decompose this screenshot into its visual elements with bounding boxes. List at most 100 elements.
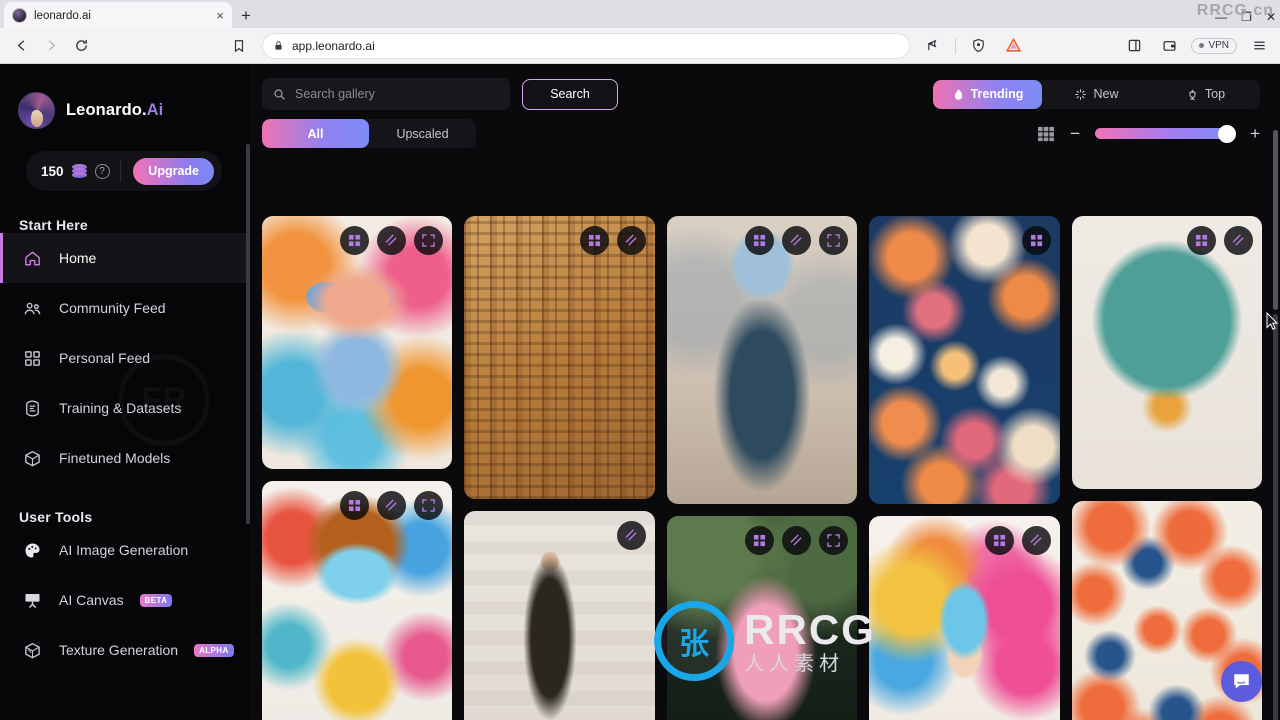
brand[interactable]: Leonardo.Ai bbox=[0, 64, 250, 129]
sidebar-item-ai-image-generation[interactable]: AI Image Generation bbox=[0, 525, 250, 575]
grid-variations-icon[interactable] bbox=[745, 226, 775, 255]
sidebar-item-texture-generation[interactable]: Texture Generation ALPHA bbox=[0, 625, 250, 675]
tab-label: Trending bbox=[970, 87, 1024, 101]
tab-all[interactable]: All bbox=[262, 119, 369, 148]
grid-variations-icon[interactable] bbox=[745, 526, 775, 555]
minimize-icon[interactable]: — bbox=[1215, 10, 1227, 24]
sidebar-item-personal-feed[interactable]: Personal Feed bbox=[0, 333, 250, 383]
section-title-start-here: Start Here bbox=[19, 217, 88, 233]
browser-navbar: app.leonardo.ai VPN bbox=[0, 28, 1280, 64]
sidebar-item-community-feed[interactable]: Community Feed bbox=[0, 283, 250, 333]
new-tab-button[interactable]: + bbox=[241, 7, 251, 24]
browser-actions: VPN bbox=[920, 33, 1272, 59]
grid-variations-icon[interactable] bbox=[1021, 226, 1051, 255]
tab-new[interactable]: New bbox=[1042, 80, 1151, 109]
remix-icon[interactable] bbox=[616, 226, 646, 255]
sidebar-item-label: AI Canvas bbox=[59, 592, 124, 608]
card-actions bbox=[1021, 226, 1051, 255]
maximize-icon[interactable]: ❐ bbox=[1241, 10, 1252, 24]
share-icon[interactable] bbox=[920, 33, 946, 59]
sidebar-icon[interactable] bbox=[1121, 33, 1147, 59]
expand-icon[interactable] bbox=[819, 526, 849, 555]
remix-icon[interactable] bbox=[377, 491, 407, 520]
gallery-scrollbar-thumb[interactable] bbox=[1273, 130, 1278, 310]
zoom-controls: − + bbox=[1037, 124, 1260, 143]
tab-upscaled[interactable]: Upscaled bbox=[369, 119, 476, 148]
browser-tab[interactable]: leonardo.ai × bbox=[4, 2, 232, 29]
lock-icon bbox=[275, 41, 282, 50]
gallery-card-watercolor-lion-sunglasses[interactable] bbox=[262, 216, 453, 469]
sidebar-item-label: Training & Datasets bbox=[59, 400, 182, 416]
sidebar-item-ai-canvas[interactable]: AI Canvas BETA bbox=[0, 575, 250, 625]
remix-icon[interactable] bbox=[616, 521, 646, 550]
gallery-card-blue-haired-fantasy-warrior[interactable] bbox=[666, 216, 858, 504]
gallery-card-egyptian-hieroglyphs-papyrus[interactable] bbox=[464, 216, 655, 499]
expand-icon[interactable] bbox=[414, 226, 444, 255]
gallery-card-koala-riding-bicycle[interactable] bbox=[1071, 216, 1262, 489]
divider bbox=[955, 37, 957, 54]
close-icon[interactable]: × bbox=[216, 9, 224, 22]
credit-amount: 150 bbox=[41, 163, 64, 179]
remix-icon[interactable] bbox=[1224, 226, 1254, 255]
tab-label: Top bbox=[1204, 87, 1226, 101]
remix-icon[interactable] bbox=[782, 226, 812, 255]
sidebar: FR Leonardo.Ai 150 ? Upgrade Start Here … bbox=[0, 64, 250, 720]
help-circle-icon[interactable]: ? bbox=[94, 163, 110, 179]
sidebar-item-label: Personal Feed bbox=[59, 350, 151, 366]
browser-chrome: leonardo.ai × + — ❐ ✕ app.leonardo.ai VP… bbox=[0, 0, 1280, 64]
zoom-out-button[interactable]: − bbox=[1070, 125, 1080, 142]
sidebar-item-finetuned-models[interactable]: Finetuned Models bbox=[0, 433, 250, 483]
zoom-in-button[interactable]: + bbox=[1250, 125, 1260, 142]
sidebar-item-home[interactable]: Home bbox=[0, 233, 250, 283]
bookmark-icon[interactable] bbox=[226, 33, 252, 59]
tab-top[interactable]: Top bbox=[1151, 80, 1260, 109]
grid-variations-icon[interactable] bbox=[1187, 226, 1217, 255]
sidebar-item-label: Home bbox=[59, 250, 97, 266]
back-icon[interactable] bbox=[8, 33, 34, 59]
card-actions bbox=[745, 226, 849, 255]
vpn-button[interactable]: VPN bbox=[1191, 37, 1237, 54]
gallery-card-orange-flowers-navy-pattern[interactable] bbox=[869, 216, 1060, 504]
search-button[interactable]: Search bbox=[522, 78, 618, 110]
remix-icon[interactable] bbox=[1021, 526, 1051, 555]
gallery-scrollbar-track[interactable] bbox=[1273, 314, 1278, 720]
grid-variations-icon[interactable] bbox=[340, 226, 370, 255]
grid-variations-icon[interactable] bbox=[340, 491, 370, 520]
sparkle-icon bbox=[1075, 88, 1087, 100]
grid-squares-icon bbox=[21, 347, 43, 369]
expand-icon[interactable] bbox=[414, 491, 444, 520]
gallery-column bbox=[464, 216, 655, 720]
upgrade-button[interactable]: Upgrade bbox=[133, 157, 214, 185]
zoom-slider[interactable] bbox=[1095, 124, 1237, 143]
gallery-card-dark-haired-warrior-concept-sheet[interactable] bbox=[464, 511, 655, 720]
hamburger-menu-icon[interactable] bbox=[1246, 33, 1272, 59]
card-image bbox=[666, 216, 858, 504]
remix-icon[interactable] bbox=[377, 226, 407, 255]
search-icon bbox=[274, 88, 285, 100]
zoom-slider-handle[interactable] bbox=[1218, 124, 1237, 143]
gallery-card-girl-blue-glasses-colorful[interactable] bbox=[262, 481, 453, 720]
brave-logo-icon[interactable] bbox=[1000, 33, 1026, 59]
gallery-column bbox=[1071, 216, 1262, 720]
vpn-status-dot bbox=[1199, 42, 1205, 48]
sidebar-item-training-datasets[interactable]: Training & Datasets bbox=[0, 383, 250, 433]
expand-icon[interactable] bbox=[819, 226, 849, 255]
grid-layout-icon[interactable] bbox=[1037, 126, 1055, 142]
brave-shield-icon[interactable] bbox=[965, 33, 991, 59]
grid-variations-icon[interactable] bbox=[984, 526, 1014, 555]
window-close-icon[interactable]: ✕ bbox=[1266, 10, 1276, 24]
tab-trending[interactable]: Trending bbox=[933, 79, 1042, 109]
url-bar[interactable]: app.leonardo.ai bbox=[262, 32, 911, 59]
gallery-card-pink-haired-forest-elf[interactable] bbox=[666, 516, 858, 720]
search-input[interactable]: Search gallery bbox=[262, 78, 510, 110]
remix-icon[interactable] bbox=[782, 526, 812, 555]
gallery-card-rainbow-hair-candy-girl[interactable] bbox=[869, 516, 1060, 720]
intercom-chat-button[interactable] bbox=[1221, 661, 1262, 702]
wallet-icon[interactable] bbox=[1156, 33, 1182, 59]
reload-icon[interactable] bbox=[68, 33, 94, 59]
flame-icon bbox=[954, 88, 962, 100]
grid-variations-icon[interactable] bbox=[579, 226, 609, 255]
forward-icon[interactable] bbox=[38, 33, 64, 59]
filter-tabs: Trending New Top bbox=[933, 79, 1260, 109]
token-coin-icon bbox=[71, 164, 87, 178]
